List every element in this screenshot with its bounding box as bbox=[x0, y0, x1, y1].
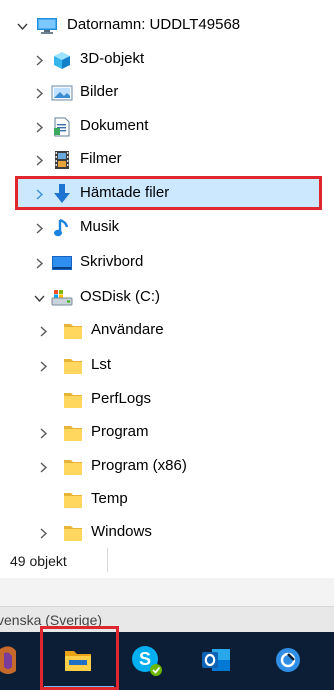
chevron-right-icon[interactable] bbox=[36, 359, 50, 373]
chevron-right-icon[interactable] bbox=[32, 256, 46, 270]
app-partial-icon[interactable] bbox=[0, 640, 34, 680]
folder-icon bbox=[62, 489, 84, 511]
folder-icon bbox=[62, 422, 84, 444]
chevron-right-icon[interactable] bbox=[36, 526, 50, 540]
tree-item-temp[interactable]: Temp bbox=[0, 483, 334, 516]
chevron-right-icon[interactable] bbox=[32, 187, 46, 201]
folder-icon bbox=[62, 522, 84, 544]
tree-item-label: Användare bbox=[91, 321, 164, 338]
drive-icon bbox=[51, 287, 73, 309]
videos-icon bbox=[51, 149, 73, 171]
status-divider bbox=[107, 548, 108, 572]
tree-item-label: Datornamn: UDDLT49568 bbox=[67, 16, 241, 33]
tree-item-3d[interactable]: 3D-objekt bbox=[0, 43, 334, 76]
chevron-right-icon[interactable] bbox=[32, 221, 46, 235]
computer-icon bbox=[36, 15, 58, 37]
chevron-right-icon[interactable] bbox=[32, 53, 46, 67]
company-portal-icon[interactable] bbox=[268, 640, 308, 680]
tree-item-label: Windows bbox=[91, 523, 152, 540]
tree-item-perf[interactable]: PerfLogs bbox=[0, 383, 334, 416]
tree-item-label: OSDisk (C:) bbox=[80, 288, 160, 305]
desktop-icon bbox=[51, 252, 73, 274]
tree-item-prog[interactable]: Program bbox=[0, 416, 334, 449]
taskbar-highlight-box bbox=[40, 626, 119, 690]
tree-item-bilder[interactable]: Bilder bbox=[0, 76, 334, 109]
chevron-right-icon[interactable] bbox=[36, 460, 50, 474]
tree-item-lst[interactable]: Lst bbox=[0, 349, 334, 382]
status-bar: 49 objekt bbox=[0, 545, 334, 577]
tree-item-musik[interactable]: Musik bbox=[0, 211, 334, 244]
tree-item-label: Dokument bbox=[80, 117, 149, 134]
tree-item-label: 3D-objekt bbox=[80, 50, 145, 67]
tree-item-pc[interactable]: Datornamn: UDDLT49568 bbox=[0, 9, 334, 42]
tree-item-hamtade[interactable]: Hämtade filer bbox=[0, 177, 334, 210]
tree-item-dok[interactable]: Dokument bbox=[0, 110, 334, 143]
music-icon bbox=[51, 217, 73, 239]
item-count: 49 objekt bbox=[10, 553, 67, 569]
chevron-down-icon[interactable] bbox=[15, 19, 29, 33]
folder-icon bbox=[62, 389, 84, 411]
chevron-right-icon[interactable] bbox=[36, 324, 50, 338]
tree-item-anv[interactable]: Användare bbox=[0, 314, 334, 347]
tree-item-label: Skrivbord bbox=[80, 253, 144, 270]
folder-icon bbox=[62, 456, 84, 478]
outlook-icon[interactable] bbox=[196, 640, 236, 680]
chevron-down-icon[interactable] bbox=[32, 291, 46, 305]
tree-item-skriv[interactable]: Skrivbord bbox=[0, 246, 334, 279]
documents-icon bbox=[51, 116, 73, 138]
pictures-icon bbox=[51, 82, 73, 104]
tree-item-label: Musik bbox=[80, 218, 120, 235]
chevron-right-icon[interactable] bbox=[32, 120, 46, 134]
tree-item-filmer[interactable]: Filmer bbox=[0, 143, 334, 176]
tree-item-label: Filmer bbox=[80, 150, 122, 167]
tree-item-prog86[interactable]: Program (x86) bbox=[0, 450, 334, 483]
tree-item-label: Program (x86) bbox=[91, 457, 187, 474]
chevron-right-icon[interactable] bbox=[32, 86, 46, 100]
downloads-icon bbox=[51, 183, 73, 205]
folder-icon bbox=[62, 355, 84, 377]
tree-item-label: Bilder bbox=[80, 83, 119, 100]
tree-item-label: Temp bbox=[91, 490, 128, 507]
chevron-right-icon[interactable] bbox=[32, 153, 46, 167]
folder-icon bbox=[62, 320, 84, 342]
tree-item-label: Hämtade filer bbox=[80, 184, 170, 201]
tree-item-label: PerfLogs bbox=[91, 390, 152, 407]
3d-objects-icon bbox=[51, 49, 73, 71]
chevron-right-icon[interactable] bbox=[36, 426, 50, 440]
navigation-pane: Datornamn: UDDLT49568 3D-objekt Bilder Doku… bbox=[0, 0, 334, 572]
tree-item-osdisk[interactable]: OSDisk (C:) bbox=[0, 281, 334, 314]
svg-text:S: S bbox=[139, 649, 151, 669]
tree-item-label: Program bbox=[91, 423, 149, 440]
tree-item-label: Lst bbox=[91, 356, 112, 373]
skype-icon[interactable]: S bbox=[126, 640, 166, 680]
window-bottom-area bbox=[0, 578, 334, 606]
